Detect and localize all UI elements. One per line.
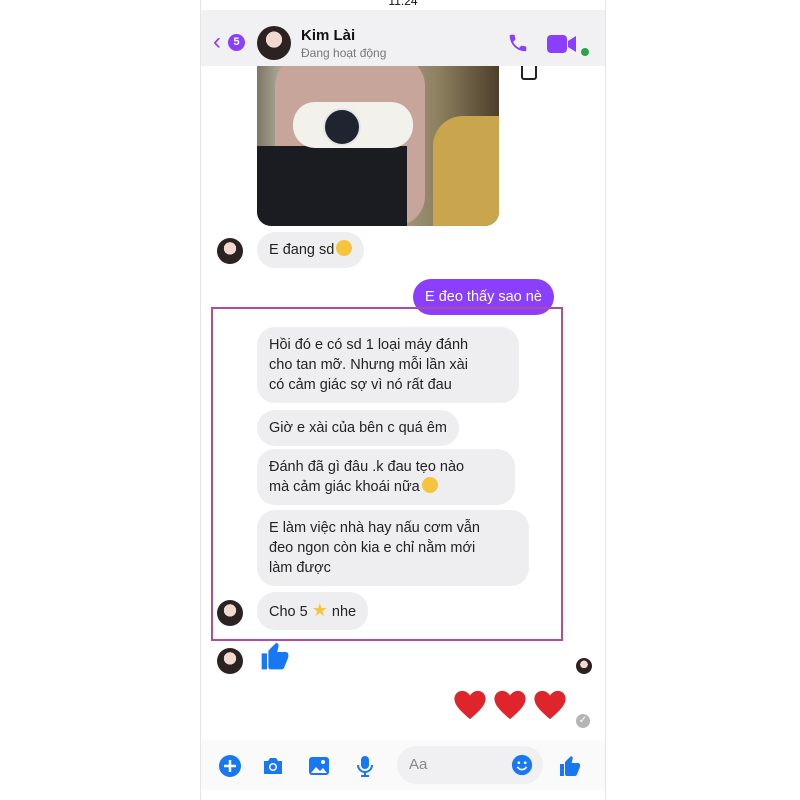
message-input[interactable]: Aa [397,746,543,784]
sender-avatar [217,238,243,264]
message-line: làm được [269,560,331,576]
message-bubble-received[interactable]: E làm việc nhà hay nấu cơm vẫn đeo ngon … [257,510,529,586]
message-line: cho tan mỡ. Nhưng mỗi lần xài [269,357,468,373]
message-bubble-received[interactable]: Hồi đó e có sd 1 loại máy đánh cho tan m… [257,327,519,403]
grinning-sweat-emoji-icon [421,477,438,493]
chat-header: ‹ 5 Kim Lài Đang hoạt động [201,10,605,66]
photo-pants [257,146,407,226]
contact-status: Đang hoạt động [301,46,387,60]
chevron-left-icon: ‹ [213,28,221,55]
camera-icon[interactable] [261,754,285,778]
sender-avatar [217,648,243,674]
messenger-screen: 11:24 ‹ 5 Kim Lài Đang hoạt động E đang … [200,0,606,800]
message-line: Hồi đó e có sd 1 loại máy đánh [269,337,469,353]
background-plant [433,116,499,226]
message-bubble-received[interactable]: Giờ e xài của bên c quá êm [257,410,459,446]
message-text: Cho 5 [269,604,308,620]
message-bubble-received[interactable]: E đang sd [257,232,365,268]
heart-icon[interactable] [453,689,487,721]
message-line: đeo ngon còn kia e chỉ nằm mới [269,540,476,556]
status-bar-time: 11:24 [388,0,418,8]
message-text: E đang sd [269,242,335,258]
message-text: E đeo thấy sao nè [425,289,542,305]
grinning-sweat-emoji-icon [336,240,353,256]
message-line: có cảm giác sợ vì nó rất đau [269,377,452,393]
online-indicator [581,48,589,56]
smiley-icon[interactable] [511,754,533,776]
message-text: Giờ e xài của bên c quá êm [269,420,447,436]
microphone-icon[interactable] [353,754,377,778]
message-bubble-received[interactable]: Cho 5 ★ nhe [257,592,369,630]
message-line: mà cảm giác khoái nữa [269,479,420,495]
message-line: E làm việc nhà hay nấu cơm vẫn [269,520,481,536]
photo-message[interactable] [257,66,499,226]
heart-icon[interactable] [533,689,567,721]
share-icon[interactable] [521,66,537,80]
message-text: nhe [331,604,357,620]
contact-name[interactable]: Kim Lài [301,27,355,44]
thumbs-up-icon[interactable] [558,754,582,778]
thumbs-up-icon[interactable] [259,640,291,672]
unread-count-badge: 5 [228,34,245,51]
message-composer: Aa [201,740,605,790]
phone-icon[interactable] [507,32,529,54]
plus-icon[interactable] [218,754,242,778]
message-input-placeholder: Aa [409,756,428,773]
back-button[interactable]: ‹ [213,30,221,54]
message-bubble-received[interactable]: Đánh đã gì đâu .k đau tẹo nào mà cảm giá… [257,449,515,505]
heart-icon[interactable] [493,689,527,721]
image-icon[interactable] [307,754,331,778]
contact-avatar[interactable] [257,26,291,60]
message-line: Đánh đã gì đâu .k đau tẹo nào [269,459,465,475]
star-emoji-icon: ★ [311,600,328,620]
seen-avatar [576,658,592,674]
delivered-check-icon: ✓ [576,714,590,728]
belt-dial [323,108,361,146]
video-camera-icon[interactable] [547,35,577,53]
sender-avatar [217,600,243,626]
